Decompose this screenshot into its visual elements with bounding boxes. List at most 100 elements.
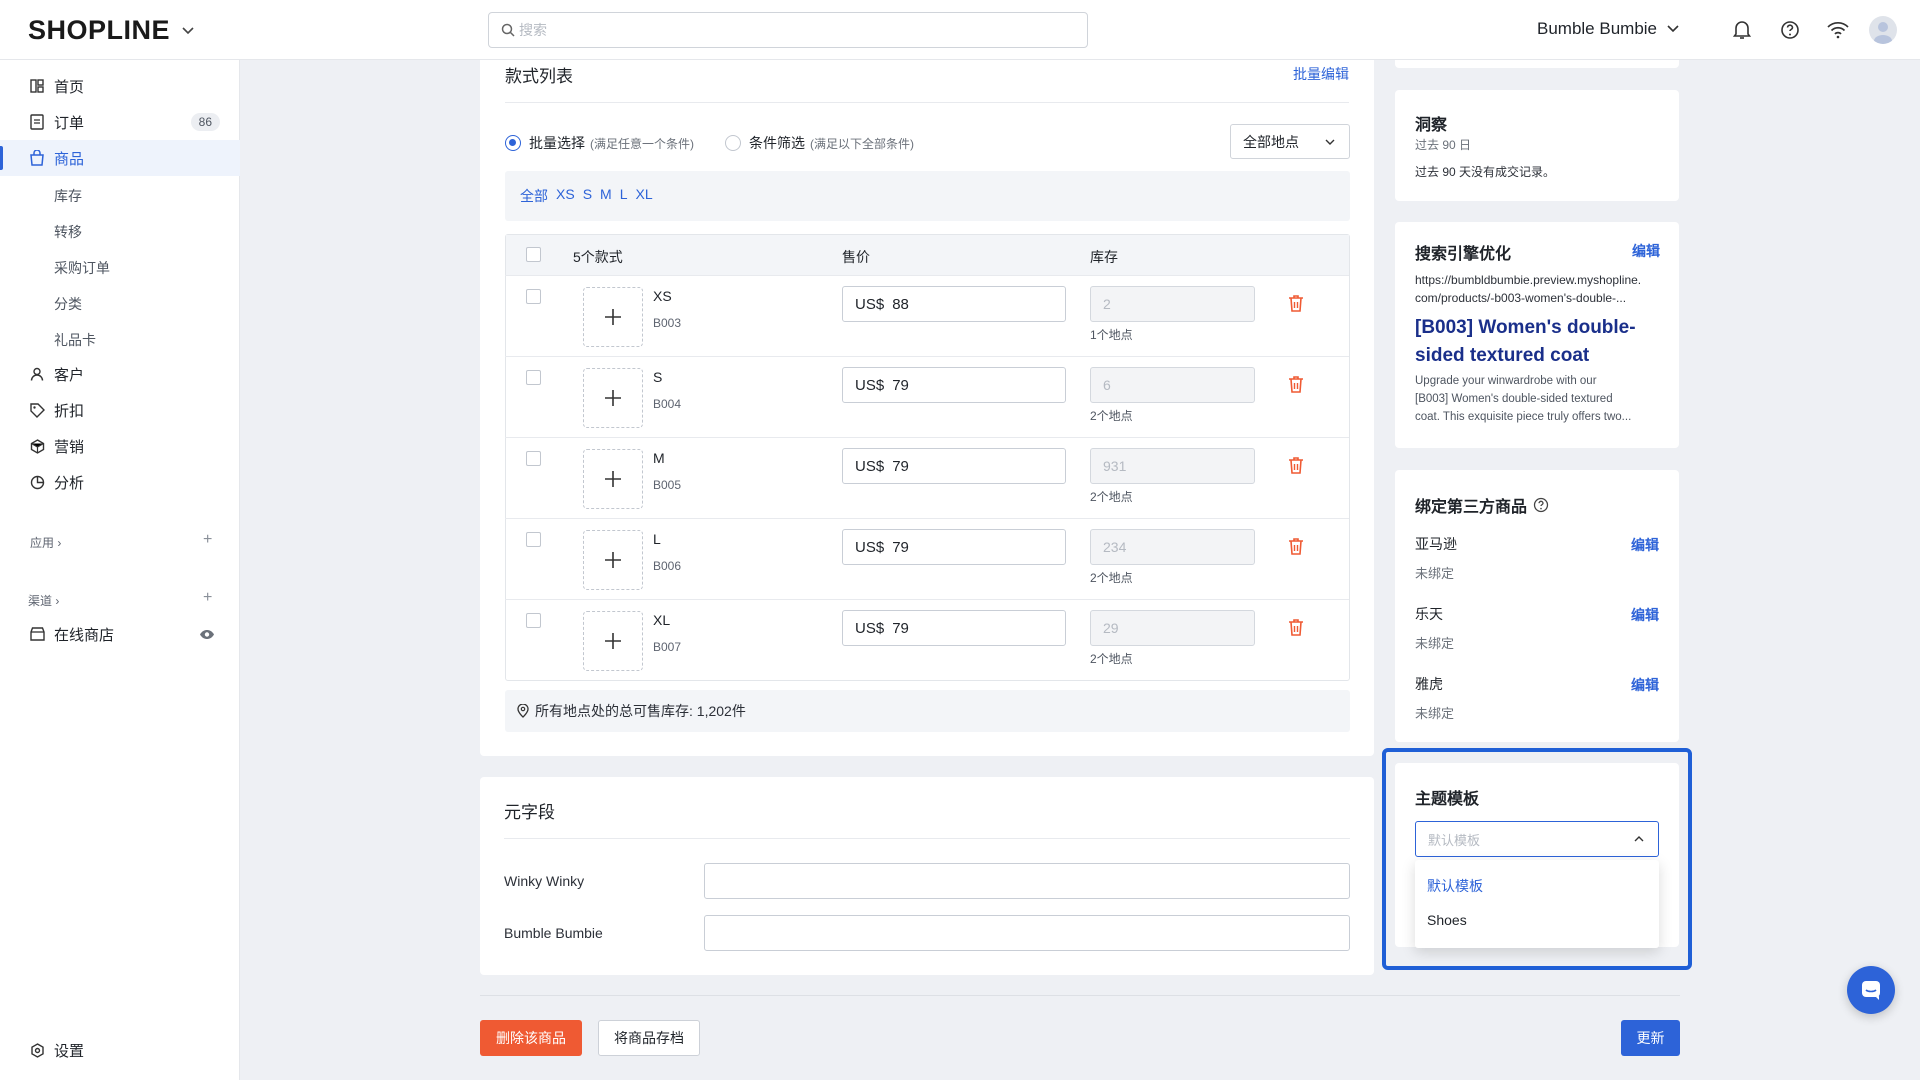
variant-name: XL [653,612,671,628]
location-select[interactable]: 全部地点 [1230,124,1350,159]
dropdown-option-shoes[interactable]: Shoes [1427,912,1467,928]
amazon-edit-link[interactable]: 编辑 [1631,535,1659,555]
bulk-edit-link[interactable]: 批量编辑 [1293,64,1349,84]
chevron-down-icon [1325,139,1335,145]
price-input[interactable]: US$ 79 [842,367,1066,403]
sidebar-item-home[interactable]: 首页 [0,68,240,104]
store-switcher[interactable]: Bumble Bumbie [1537,19,1679,39]
sidebar-item-products[interactable]: 商品 [0,140,240,176]
price-input[interactable]: US$ 79 [842,610,1066,646]
divider [505,102,1349,103]
update-button[interactable]: 更新 [1621,1020,1680,1056]
seo-edit-link[interactable]: 编辑 [1632,241,1660,261]
user-avatar-icon [1874,22,1892,44]
sidebar-item-online-store[interactable]: 在线商店 [0,616,240,652]
radio-condition-filter[interactable]: 条件筛选 (满足以下全部条件) [725,133,914,153]
avatar[interactable] [1869,16,1897,44]
sidebar-subitem-inventory[interactable]: 库存 [54,186,82,206]
trash-icon[interactable] [1288,294,1304,312]
price-input[interactable]: US$ 79 [842,529,1066,565]
sidebar-subitem-categories[interactable]: 分类 [54,294,82,314]
add-app-plus-icon[interactable]: + [203,531,212,549]
metafield-input-winky[interactable] [704,863,1350,899]
column-header-stock: 库存 [1090,249,1118,265]
add-channel-plus-icon[interactable]: + [203,589,212,607]
variants-title: 款式列表 [505,67,573,86]
sidebar-subitem-gift-cards[interactable]: 礼品卡 [54,330,96,350]
add-image-button[interactable] [583,368,643,428]
radio-bulk-select[interactable]: 批量选择 (满足任意一个条件) [505,133,694,153]
sidebar-subitem-transfers[interactable]: 转移 [54,222,82,242]
size-filter-xs[interactable]: XS [556,186,575,206]
table-header [506,235,1349,275]
sidebar-item-analytics[interactable]: 分析 [0,464,240,500]
sidebar-subitem-purchase-orders[interactable]: 采购订单 [54,258,110,278]
channels-section-label[interactable]: 渠道 › [28,592,59,609]
price-input[interactable]: US$ 79 [842,448,1066,484]
size-filter-xl[interactable]: XL [636,186,653,206]
add-image-button[interactable] [583,611,643,671]
location-count: 2个地点 [1090,490,1133,504]
delete-product-button[interactable]: 删除该商品 [480,1020,582,1056]
size-filter-all[interactable]: 全部 [520,186,548,206]
sidebar-item-orders[interactable]: 订单 86 [0,104,240,140]
metafield-input-bumble[interactable] [704,915,1350,951]
trash-icon[interactable] [1288,537,1304,555]
metafield-label: Bumble Bumbie [504,925,603,941]
bell-icon[interactable] [1733,20,1751,40]
table-row: S B004 US$ 79 6 2个地点 [505,356,1349,437]
row-checkbox[interactable] [526,289,541,304]
row-checkbox[interactable] [526,370,541,385]
row-checkbox[interactable] [526,451,541,466]
third-party-title: 绑定第三方商品 [1415,493,1549,517]
dropdown-option-default[interactable]: 默认模板 [1427,876,1483,896]
row-checkbox[interactable] [526,532,541,547]
chat-button[interactable] [1847,966,1895,1014]
metafield-label: Winky Winky [504,873,585,889]
shopline-logo[interactable]: SHOPLINE [28,15,194,46]
size-filter-l[interactable]: L [620,186,628,206]
stock-input[interactable]: 234 [1090,529,1255,565]
stock-input[interactable]: 6 [1090,367,1255,403]
row-checkbox[interactable] [526,613,541,628]
search-icon [501,23,515,37]
eye-icon[interactable] [199,629,215,640]
trash-icon[interactable] [1288,618,1304,636]
analytics-icon [28,473,46,491]
rakuten-edit-link[interactable]: 编辑 [1631,605,1659,625]
sidebar-item-customers[interactable]: 客户 [0,356,240,392]
search-input[interactable]: 搜索 [488,12,1088,48]
sidebar-item-label: 营销 [54,438,85,456]
trash-icon[interactable] [1288,375,1304,393]
apps-section-label[interactable]: 应用 › [30,534,61,551]
price-input[interactable]: US$ 88 [842,286,1066,322]
variant-sku: B006 [653,559,682,573]
select-all-checkbox[interactable] [526,247,541,262]
variant-sku: B003 [653,316,682,330]
plus-icon [605,390,621,406]
trash-icon[interactable] [1288,456,1304,474]
stock-input[interactable]: 29 [1090,610,1255,646]
table-row: L B006 US$ 79 234 2个地点 [505,518,1349,599]
sidebar-item-marketing[interactable]: 营销 [0,428,240,464]
gear-icon [28,1041,46,1059]
stock-input[interactable]: 2 [1090,286,1255,322]
yahoo-edit-link[interactable]: 编辑 [1631,675,1659,695]
plus-icon [605,552,621,568]
archive-product-button[interactable]: 将商品存档 [598,1020,700,1056]
table-row: XL B007 US$ 79 29 2个地点 [505,599,1349,680]
sidebar-item-settings[interactable]: 设置 [0,1032,240,1068]
sidebar-item-label: 设置 [54,1042,85,1060]
size-filter-s[interactable]: S [583,186,592,206]
add-image-button[interactable] [583,287,643,347]
stock-input[interactable]: 931 [1090,448,1255,484]
add-image-button[interactable] [583,449,643,509]
theme-template-select[interactable]: 默认模板 [1415,821,1659,857]
help-icon[interactable] [1533,497,1549,513]
size-filter-m[interactable]: M [600,186,612,206]
wifi-icon[interactable] [1827,21,1849,39]
add-image-button[interactable] [583,530,643,590]
location-pin-icon [517,704,529,718]
sidebar-item-discounts[interactable]: 折扣 [0,392,240,428]
help-icon[interactable] [1780,20,1800,40]
